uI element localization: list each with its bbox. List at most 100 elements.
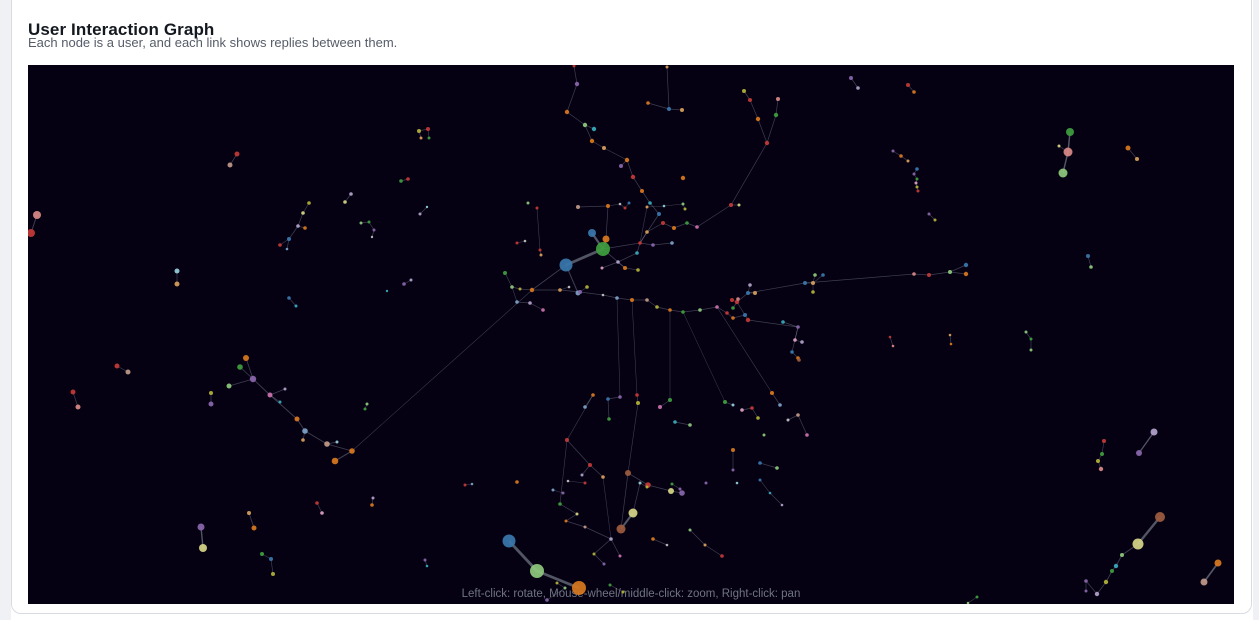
graph-node[interactable] [243, 355, 249, 361]
graph-node[interactable] [630, 298, 634, 302]
graph-node[interactable] [608, 583, 612, 587]
graph-node[interactable] [743, 313, 747, 317]
graph-node[interactable] [609, 537, 613, 541]
graph-node[interactable] [1024, 330, 1028, 334]
graph-node[interactable] [565, 438, 569, 442]
graph-node[interactable] [535, 206, 539, 210]
graph-node[interactable] [1089, 265, 1093, 269]
graph-node[interactable] [1066, 128, 1074, 136]
graph-node[interactable] [267, 392, 273, 398]
graph-node[interactable] [114, 363, 120, 369]
graph-node[interactable] [370, 235, 374, 239]
graph-node[interactable] [628, 508, 638, 518]
graph-node[interactable] [849, 76, 853, 80]
graph-node[interactable] [963, 271, 969, 277]
graph-node[interactable] [695, 225, 699, 229]
graph-node[interactable] [528, 301, 532, 305]
graph-node[interactable] [463, 483, 467, 487]
graph-node[interactable] [698, 308, 702, 312]
graph-node[interactable] [736, 297, 740, 301]
graph-node[interactable] [651, 537, 655, 541]
graph-node[interactable] [679, 490, 685, 496]
graph-node[interactable] [630, 174, 636, 180]
graph-node[interactable] [287, 296, 291, 300]
graph-node[interactable] [681, 310, 685, 314]
graph-node[interactable] [737, 203, 741, 207]
graph-node[interactable] [627, 201, 631, 205]
graph-node[interactable] [667, 107, 671, 111]
graph-node[interactable] [906, 83, 910, 87]
graph-canvas[interactable]: Left-click: rotate, Mouse-wheel/middle-c… [28, 65, 1234, 604]
graph-node[interactable] [70, 389, 76, 395]
graph-node[interactable] [1110, 569, 1114, 573]
graph-node[interactable] [419, 136, 423, 140]
graph-node[interactable] [1214, 559, 1222, 567]
graph-node[interactable] [1150, 428, 1158, 436]
graph-node[interactable] [927, 212, 931, 216]
graph-node[interactable] [746, 291, 750, 295]
graph-node[interactable] [704, 481, 708, 485]
graph-node[interactable] [963, 262, 969, 268]
graph-node[interactable] [933, 218, 937, 222]
graph-node[interactable] [515, 241, 519, 245]
graph-node[interactable] [780, 503, 784, 507]
graph-node[interactable] [503, 271, 507, 275]
graph-node[interactable] [247, 511, 251, 515]
graph-node[interactable] [365, 402, 369, 406]
graph-node[interactable] [624, 157, 630, 163]
graph-node[interactable] [538, 248, 542, 252]
graph-node[interactable] [363, 407, 367, 411]
graph-node[interactable] [790, 350, 794, 354]
graph-node[interactable] [539, 253, 543, 257]
graph-node[interactable] [197, 523, 205, 531]
graph-node[interactable] [645, 485, 649, 489]
graph-node[interactable] [915, 185, 919, 189]
graph-node[interactable] [668, 308, 672, 312]
graph-node[interactable] [745, 317, 751, 323]
graph-node[interactable] [1086, 254, 1090, 258]
graph-node[interactable] [294, 416, 300, 422]
graph-node[interactable] [529, 287, 535, 293]
graph-node[interactable] [523, 239, 527, 243]
graph-node[interactable] [588, 229, 596, 237]
graph-node[interactable] [755, 116, 761, 122]
graph-node[interactable] [756, 416, 760, 420]
graph-node[interactable] [645, 205, 649, 209]
graph-node[interactable] [515, 480, 519, 484]
graph-node[interactable] [748, 98, 752, 102]
graph-node[interactable] [28, 229, 35, 237]
graph-node[interactable] [619, 164, 623, 168]
graph-node[interactable] [417, 129, 421, 133]
graph-node[interactable] [651, 243, 655, 247]
graph-node[interactable] [948, 270, 952, 274]
graph-node[interactable] [588, 463, 592, 467]
graph-node[interactable] [750, 406, 754, 410]
graph-node[interactable] [800, 340, 804, 344]
graph-node[interactable] [260, 552, 264, 556]
graph-node[interactable] [618, 395, 622, 399]
graph-node[interactable] [927, 273, 931, 277]
graph-node[interactable] [715, 305, 719, 309]
graph-node[interactable] [948, 333, 952, 337]
graph-node[interactable] [427, 136, 431, 140]
graph-node[interactable] [1100, 452, 1104, 456]
graph-node[interactable] [914, 181, 918, 185]
graph-node[interactable] [730, 298, 734, 302]
graph-node[interactable] [635, 393, 639, 397]
graph-node[interactable] [399, 179, 403, 183]
graph-node[interactable] [406, 177, 410, 181]
graph-node[interactable] [786, 418, 790, 422]
graph-node[interactable] [776, 97, 780, 101]
graph-node[interactable] [811, 281, 815, 285]
graph-node[interactable] [636, 268, 640, 272]
graph-node[interactable] [566, 479, 570, 483]
graph-node[interactable] [648, 201, 652, 205]
graph-node[interactable] [602, 146, 606, 150]
graph-node[interactable] [227, 162, 233, 168]
graph-node[interactable] [670, 482, 674, 486]
graph-node[interactable] [285, 247, 289, 251]
graph-node[interactable] [555, 581, 559, 585]
graph-node[interactable] [655, 305, 659, 309]
graph-node[interactable] [680, 108, 684, 112]
graph-node[interactable] [811, 290, 815, 294]
